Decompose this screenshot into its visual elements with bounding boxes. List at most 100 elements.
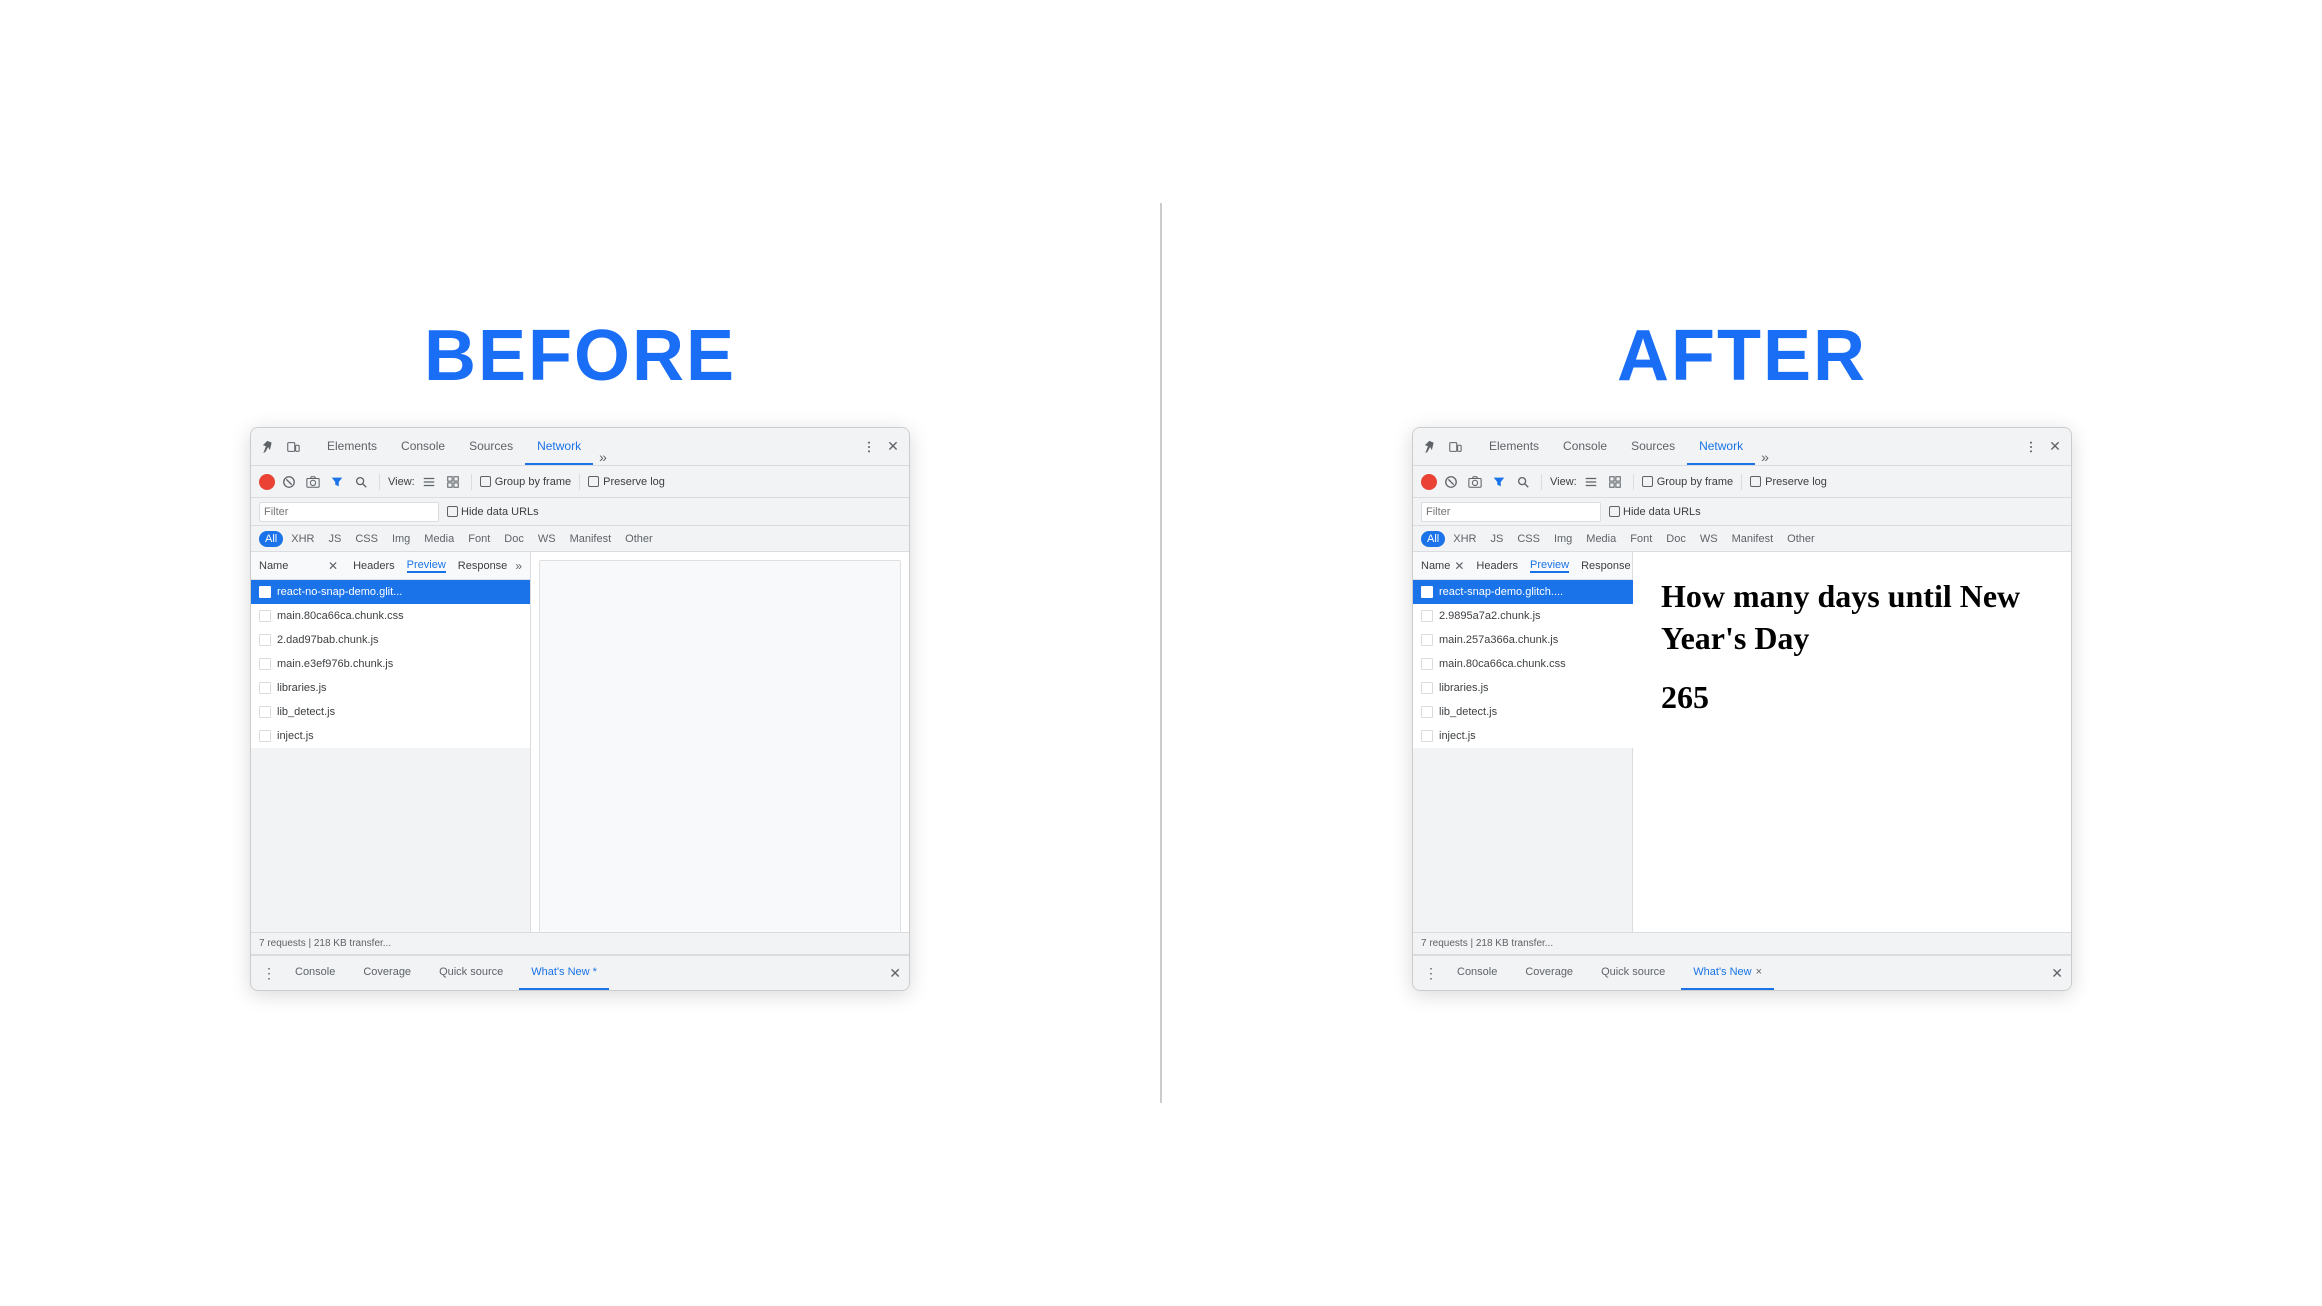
type-tab-doc[interactable]: Doc xyxy=(498,531,530,547)
preview-more-icon[interactable]: » xyxy=(515,559,522,573)
type-tab-ws[interactable]: WS xyxy=(532,531,562,547)
preview-link-before[interactable]: Preview xyxy=(407,559,446,573)
after-close-panel-icon[interactable]: ✕ xyxy=(1454,559,1464,573)
view-list-icon[interactable] xyxy=(419,472,439,492)
type-tab-img[interactable]: Img xyxy=(386,531,416,547)
response-link[interactable]: Response xyxy=(458,560,508,572)
drawer-dots-icon[interactable]: ⋮ xyxy=(259,965,279,982)
file-item-0[interactable]: react-no-snap-demo.glit... xyxy=(251,580,530,604)
drawer-tab-console[interactable]: Console xyxy=(283,956,347,990)
close-panel-icon[interactable]: ✕ xyxy=(325,559,341,573)
after-view-list-icon[interactable] xyxy=(1581,472,1601,492)
after-file-icon-3 xyxy=(1421,658,1433,670)
clear-button[interactable] xyxy=(279,472,299,492)
headers-link[interactable]: Headers xyxy=(353,560,395,572)
type-tab-font[interactable]: Font xyxy=(462,531,496,547)
type-tab-js[interactable]: JS xyxy=(322,531,347,547)
after-response-link[interactable]: Response xyxy=(1581,560,1631,572)
after-tab-network[interactable]: Network xyxy=(1687,428,1755,465)
after-group-by-frame-checkbox[interactable] xyxy=(1642,476,1653,487)
after-type-tab-xhr[interactable]: XHR xyxy=(1447,531,1482,547)
after-whats-new-close[interactable]: × xyxy=(1756,966,1762,978)
after-type-tab-all[interactable]: All xyxy=(1421,531,1445,547)
device-icon[interactable] xyxy=(283,437,303,457)
after-drawer-tab-whatsnew[interactable]: What's New × xyxy=(1681,956,1774,990)
type-tab-all[interactable]: All xyxy=(259,531,283,547)
after-device-icon[interactable] xyxy=(1445,437,1465,457)
after-preserve-log-checkbox[interactable] xyxy=(1750,476,1761,487)
file-item-5[interactable]: lib_detect.js xyxy=(251,700,530,724)
tab-network[interactable]: Network xyxy=(525,428,593,465)
after-file-name-6: inject.js xyxy=(1439,730,1476,742)
after-close-button[interactable]: ✕ xyxy=(2047,439,2063,455)
after-camera-button[interactable] xyxy=(1465,472,1485,492)
tab-elements[interactable]: Elements xyxy=(315,428,389,465)
after-type-tab-js[interactable]: JS xyxy=(1484,531,1509,547)
after-tab-sources[interactable]: Sources xyxy=(1619,428,1687,465)
filter-icon[interactable] xyxy=(327,472,347,492)
type-tab-media[interactable]: Media xyxy=(418,531,460,547)
after-drawer-tab-coverage[interactable]: Coverage xyxy=(1513,956,1585,990)
after-headers-link[interactable]: Headers xyxy=(1476,560,1518,572)
after-drawer-tab-quicksource[interactable]: Quick source xyxy=(1589,956,1677,990)
after-hide-data-urls-checkbox[interactable] xyxy=(1609,506,1620,517)
before-request-header: Name ✕ Headers Preview Response » xyxy=(251,552,530,580)
after-tab-elements[interactable]: Elements xyxy=(1477,428,1551,465)
type-tab-xhr[interactable]: XHR xyxy=(285,531,320,547)
hide-data-urls-checkbox[interactable] xyxy=(447,506,458,517)
after-inspect-icon[interactable] xyxy=(1421,437,1441,457)
after-preview-link[interactable]: Preview xyxy=(1530,559,1569,573)
view-label: View: xyxy=(388,476,415,488)
after-drawer-dots-icon[interactable]: ⋮ xyxy=(1421,965,1441,982)
after-tab-console[interactable]: Console xyxy=(1551,428,1619,465)
file-item-2[interactable]: 2.dad97bab.chunk.js xyxy=(251,628,530,652)
after-type-tab-other[interactable]: Other xyxy=(1781,531,1821,547)
after-more-options-icon[interactable] xyxy=(2021,437,2041,457)
after-drawer-tab-console[interactable]: Console xyxy=(1445,956,1509,990)
drawer-close-button[interactable]: ✕ xyxy=(889,965,901,982)
drawer-tab-coverage[interactable]: Coverage xyxy=(351,956,423,990)
after-search-button[interactable] xyxy=(1513,472,1533,492)
after-type-tab-manifest[interactable]: Manifest xyxy=(1726,531,1780,547)
inspect-icon[interactable] xyxy=(259,437,279,457)
after-type-tab-img[interactable]: Img xyxy=(1548,531,1578,547)
view-grid-icon[interactable] xyxy=(443,472,463,492)
before-devtools: Elements Console Sources Network » ✕ xyxy=(250,427,910,991)
record-button[interactable] xyxy=(259,474,275,490)
tab-more[interactable]: » xyxy=(593,449,613,465)
after-type-tab-media[interactable]: Media xyxy=(1580,531,1622,547)
after-preview-rendered: How many days until New Year's Day 265 xyxy=(1633,552,2071,740)
type-tab-css[interactable]: CSS xyxy=(349,531,384,547)
after-type-tab-doc[interactable]: Doc xyxy=(1660,531,1692,547)
file-item-1[interactable]: main.80ca66ca.chunk.css xyxy=(251,604,530,628)
after-devtools: Elements Console Sources Network » ✕ xyxy=(1412,427,2072,991)
after-type-tab-font[interactable]: Font xyxy=(1624,531,1658,547)
preserve-log-checkbox[interactable] xyxy=(588,476,599,487)
more-options-icon[interactable] xyxy=(859,437,879,457)
after-type-tab-css[interactable]: CSS xyxy=(1511,531,1546,547)
after-filter-icon[interactable] xyxy=(1489,472,1509,492)
tab-console[interactable]: Console xyxy=(389,428,457,465)
close-button[interactable]: ✕ xyxy=(885,439,901,455)
after-tab-more[interactable]: » xyxy=(1755,449,1775,465)
search-button[interactable] xyxy=(351,472,371,492)
type-tab-manifest[interactable]: Manifest xyxy=(564,531,618,547)
drawer-tab-whatsnew[interactable]: What's New * xyxy=(519,956,609,990)
file-item-3[interactable]: main.e3ef976b.chunk.js xyxy=(251,652,530,676)
after-filter-input[interactable] xyxy=(1421,502,1601,522)
file-item-4[interactable]: libraries.js xyxy=(251,676,530,700)
camera-button[interactable] xyxy=(303,472,323,492)
after-view-grid-icon[interactable] xyxy=(1605,472,1625,492)
file-item-6[interactable]: inject.js xyxy=(251,724,530,748)
tab-sources[interactable]: Sources xyxy=(457,428,525,465)
filter-input[interactable] xyxy=(259,502,439,522)
after-drawer-close-button[interactable]: ✕ xyxy=(2051,965,2063,982)
file-icon-0 xyxy=(259,586,271,598)
after-record-button[interactable] xyxy=(1421,474,1437,490)
group-by-frame-checkbox[interactable] xyxy=(480,476,491,487)
drawer-tab-quicksource[interactable]: Quick source xyxy=(427,956,515,990)
type-tab-other[interactable]: Other xyxy=(619,531,659,547)
after-file-icon-4 xyxy=(1421,682,1433,694)
after-clear-button[interactable] xyxy=(1441,472,1461,492)
after-type-tab-ws[interactable]: WS xyxy=(1694,531,1724,547)
